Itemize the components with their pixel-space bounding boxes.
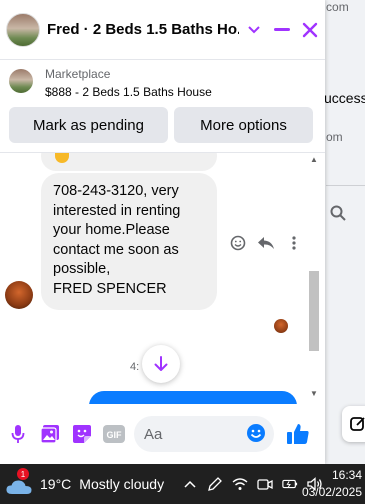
- received-message[interactable]: 708-243-3120, very interested in renting…: [41, 173, 217, 310]
- clock-time: 16:34: [331, 468, 362, 482]
- reply-icon[interactable]: [254, 231, 278, 255]
- scroll-to-bottom-button[interactable]: [142, 345, 180, 383]
- clock-date: 03/02/2025: [301, 485, 362, 499]
- minimize-icon[interactable]: [269, 17, 295, 43]
- weather-widget[interactable]: 1 19°C Mostly cloudy: [0, 468, 165, 495]
- scroll-up-arrow-icon[interactable]: ▲: [310, 155, 318, 164]
- read-receipt-avatar: [274, 319, 288, 333]
- listing-avatar[interactable]: [6, 12, 40, 47]
- weather-condition: Mostly cloudy: [79, 476, 165, 492]
- cloud-icon: 1: [6, 468, 34, 495]
- wifi-icon[interactable]: [232, 476, 248, 492]
- photo-icon[interactable]: [38, 422, 62, 446]
- sent-message-bubble[interactable]: [89, 391, 297, 404]
- clock[interactable]: 16:34 03/02/2025: [302, 467, 362, 501]
- gif-icon[interactable]: GIF: [102, 422, 126, 446]
- background-heading-fragment: uccessf: [324, 90, 365, 106]
- battery-icon[interactable]: [282, 476, 298, 492]
- notification-badge: 1: [17, 468, 29, 480]
- background-divider: [326, 185, 365, 186]
- background-text-fragment: om: [326, 130, 343, 144]
- marketplace-actions: Mark as pending More options: [9, 107, 313, 143]
- camera-icon[interactable]: [257, 476, 273, 492]
- more-icon[interactable]: [282, 231, 306, 255]
- message-input[interactable]: [144, 425, 244, 443]
- new-message-button[interactable]: [342, 406, 365, 442]
- react-icon[interactable]: [226, 231, 250, 255]
- pen-icon[interactable]: [207, 476, 223, 492]
- message-list: 708-243-3120, very interested in renting…: [0, 152, 325, 404]
- svg-text:GIF: GIF: [107, 430, 123, 440]
- scrollbar-thumb[interactable]: [309, 271, 319, 351]
- message-actions: [226, 231, 306, 255]
- close-icon[interactable]: [297, 17, 323, 43]
- message-input-container[interactable]: [134, 416, 274, 452]
- microphone-icon[interactable]: [6, 422, 30, 446]
- chat-title[interactable]: Fred · 2 Beds 1.5 Baths Ho...: [47, 21, 239, 38]
- thumbs-up-icon: [287, 424, 309, 444]
- mark-as-pending-button[interactable]: Mark as pending: [9, 107, 168, 143]
- like-button[interactable]: [284, 420, 312, 448]
- sticker-icon[interactable]: [70, 422, 94, 446]
- chat-window: Fred · 2 Beds 1.5 Baths Ho... Marketplac…: [0, 0, 325, 464]
- sender-avatar[interactable]: [5, 281, 33, 309]
- marketplace-listing-thumbnail[interactable]: [9, 69, 33, 93]
- taskbar: 1 19°C Mostly cloudy 16:34 03/02/2025: [0, 464, 365, 504]
- search-icon[interactable]: [330, 205, 346, 226]
- temperature: 19°C: [40, 476, 72, 492]
- scroll-down-arrow-icon[interactable]: ▼: [310, 389, 318, 398]
- marketplace-label: Marketplace: [45, 67, 111, 81]
- emoji-icon[interactable]: [246, 423, 266, 443]
- message-composer: GIF: [0, 404, 325, 464]
- more-options-button[interactable]: More options: [174, 107, 313, 143]
- listing-title[interactable]: $888 - 2 Beds 1.5 Baths House: [45, 85, 212, 99]
- chevron-down-icon[interactable]: [241, 17, 267, 43]
- chevron-up-icon[interactable]: [182, 476, 198, 492]
- compose-icon: [350, 417, 365, 431]
- chat-header: Fred · 2 Beds 1.5 Baths Ho...: [0, 0, 325, 60]
- timestamp: 4:: [130, 361, 140, 373]
- arrow-down-icon: [154, 356, 168, 371]
